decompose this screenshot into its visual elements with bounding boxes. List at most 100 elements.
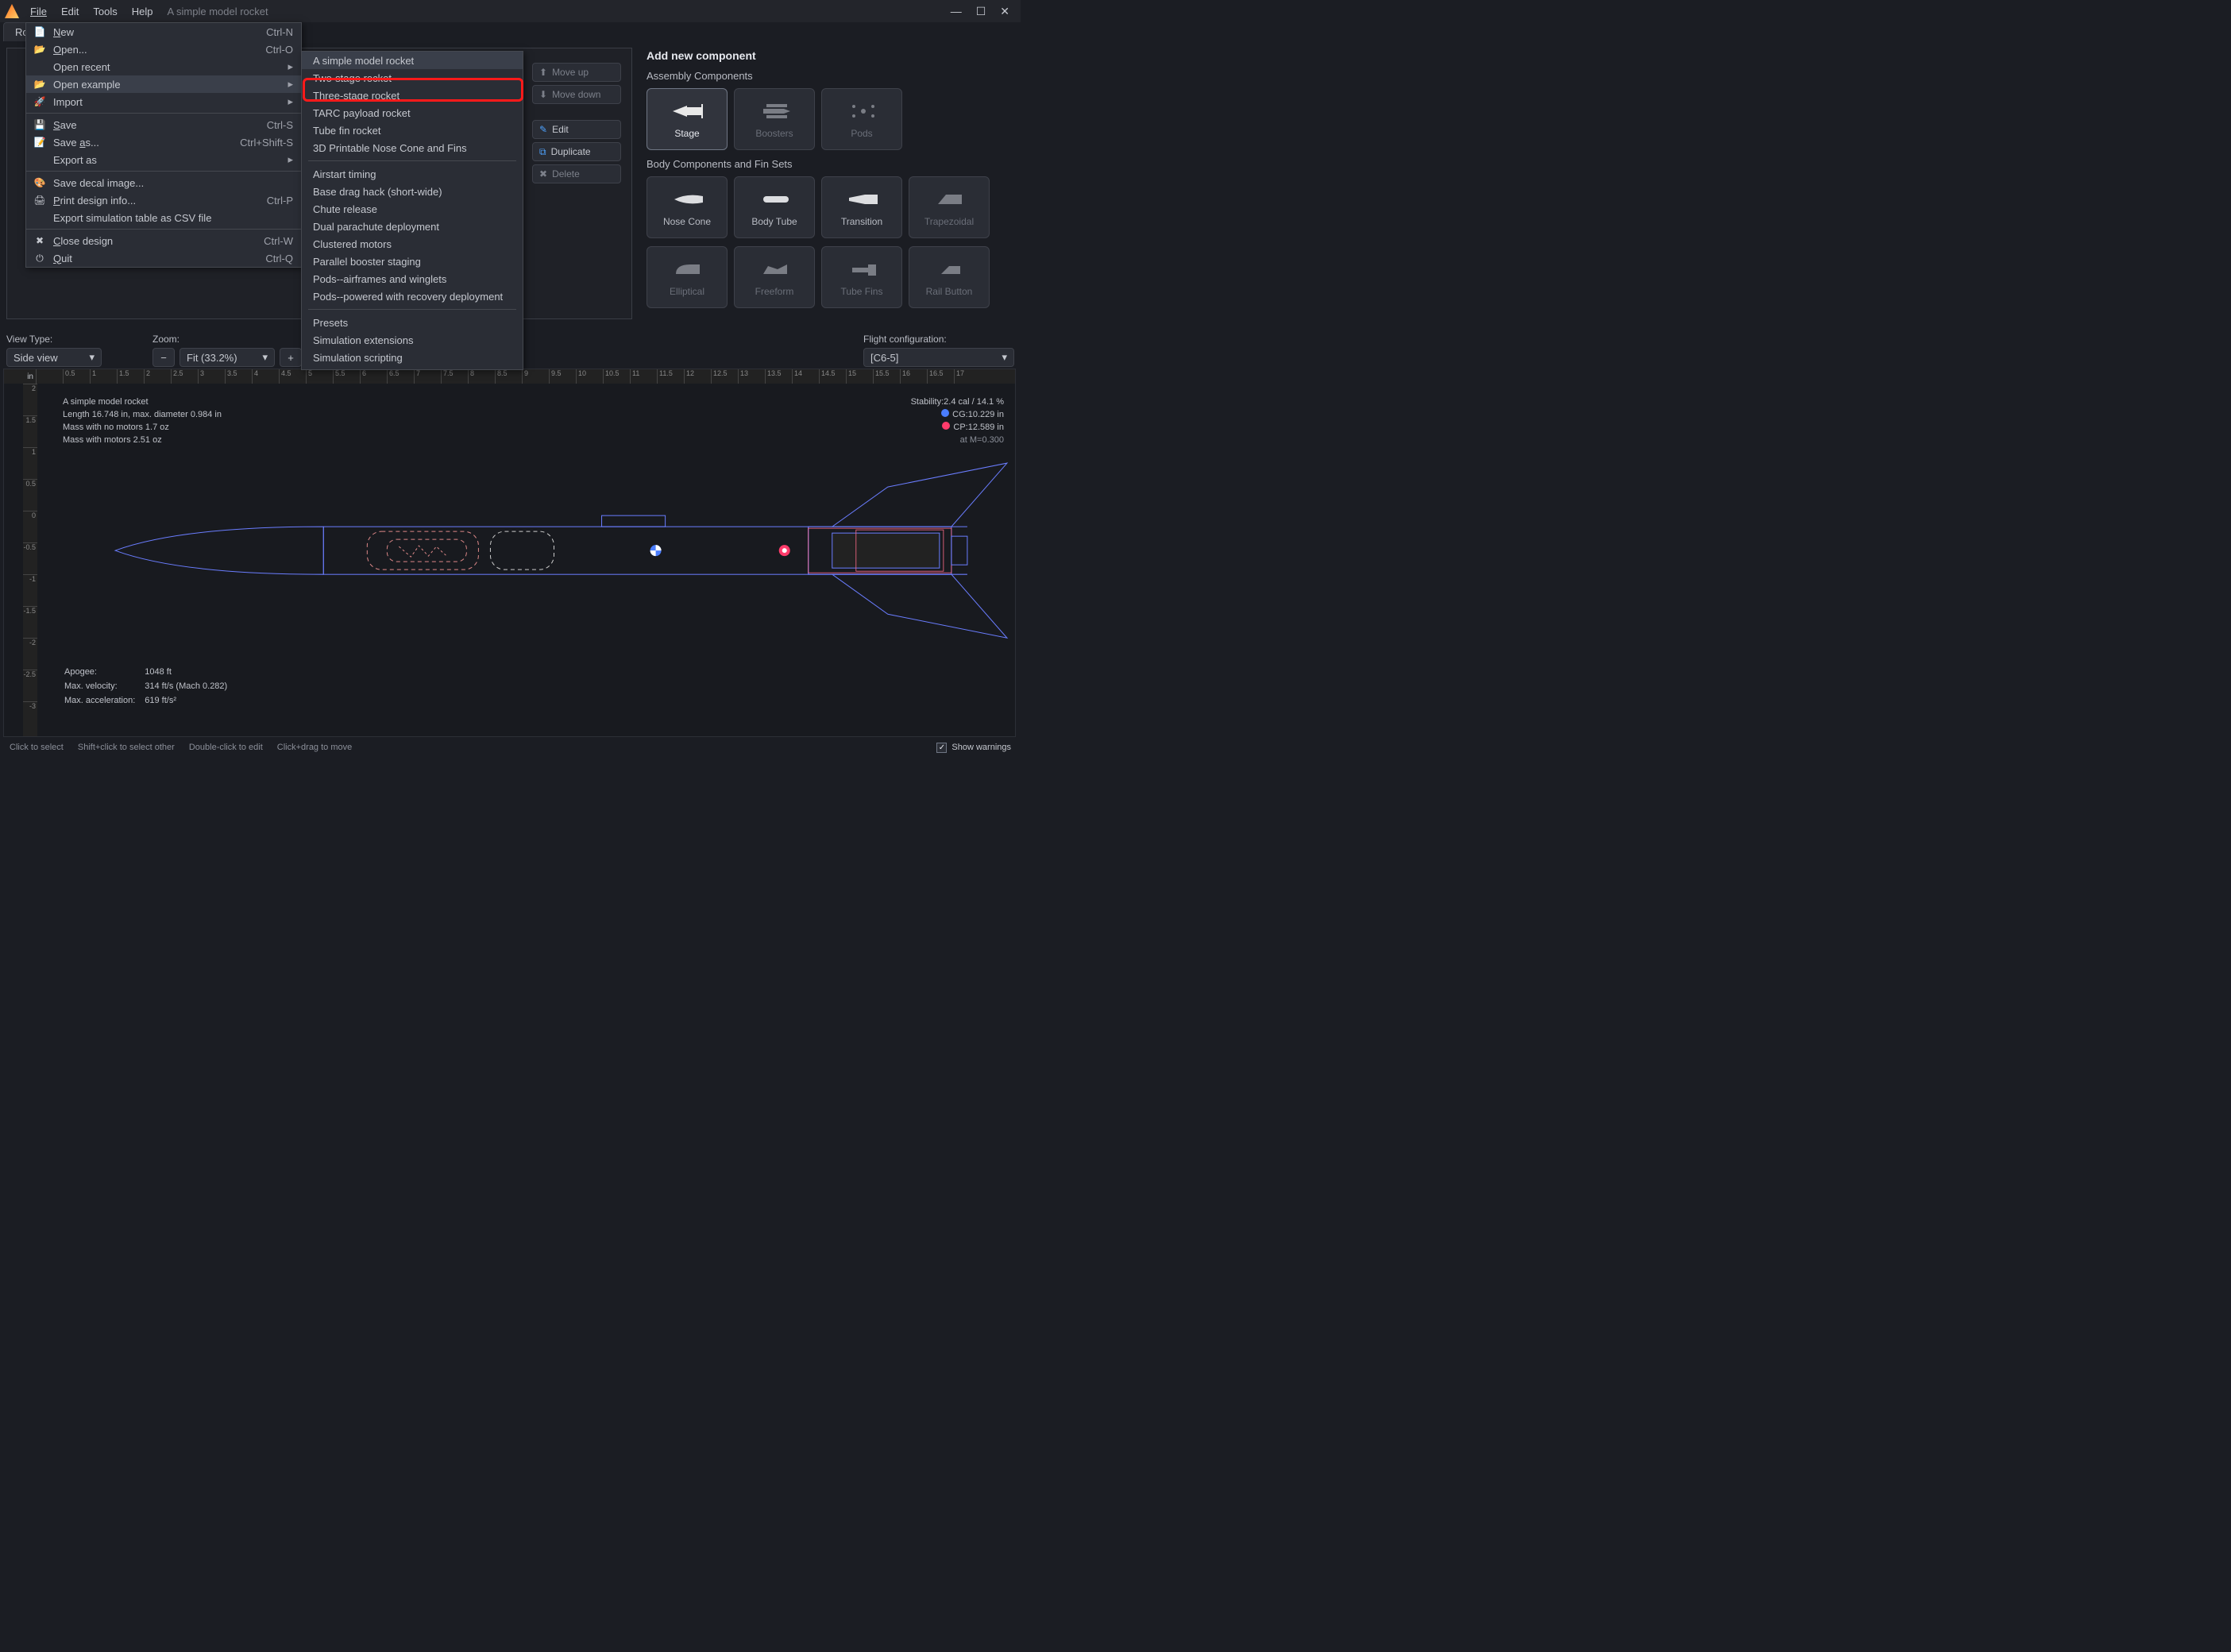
window-title: A simple model rocket [167, 6, 268, 17]
stage-button[interactable]: Stage [647, 88, 728, 150]
menu-help[interactable]: Help [125, 2, 160, 21]
move-up-button[interactable]: ⬆Move up [532, 63, 621, 82]
hint-double-click: Double-click to edit [189, 743, 263, 752]
titlebar: File Edit Tools Help A simple model rock… [0, 0, 1021, 22]
move-down-button[interactable]: ⬇Move down [532, 85, 621, 104]
menu-edit[interactable]: Edit [55, 2, 85, 21]
menu-item-label: Export as [53, 154, 280, 166]
file-menu-item[interactable]: Open recent▸ [26, 58, 301, 75]
file-menu-item[interactable]: ⏻QuitCtrl-Q [26, 249, 301, 267]
transition-icon [846, 187, 878, 211]
show-warnings-checkbox[interactable]: ✓ [936, 743, 947, 753]
hint-shift-click: Shift+click to select other [78, 743, 175, 752]
example-item[interactable]: Tube fin rocket [302, 122, 523, 139]
flight-config-select[interactable]: [C6-5]▾ [863, 348, 1014, 367]
menu-item-label: Save [53, 119, 251, 131]
menu-item-icon [33, 211, 47, 224]
minimize-button[interactable]: — [951, 5, 962, 18]
zoom-in-button[interactable]: + [280, 348, 302, 367]
example-item[interactable]: Simulation extensions [302, 331, 523, 349]
pods-icon [846, 99, 878, 123]
file-menu-item[interactable]: Export as▸ [26, 151, 301, 168]
menu-item-label: Open example [53, 79, 280, 91]
example-item[interactable]: Three-stage rocket [302, 87, 523, 104]
edit-button[interactable]: ✎Edit [532, 120, 621, 139]
window-controls: — ☐ ✕ [951, 5, 1017, 18]
zoom-select[interactable]: Fit (33.2%)▾ [179, 348, 275, 367]
menu-item-label: Print design info... [53, 195, 251, 206]
show-warnings-label: Show warnings [951, 743, 1011, 752]
menu-item-icon: 🎨 [33, 176, 47, 189]
freeform-button[interactable]: Freeform [734, 246, 815, 308]
chevron-down-icon: ▾ [262, 351, 268, 364]
file-menu-item[interactable]: Export simulation table as CSV file [26, 209, 301, 226]
menu-item-icon: 🖨 [33, 194, 47, 206]
minus-icon: − [160, 352, 167, 364]
menu-item-label: Close design [53, 235, 248, 247]
menu-item-icon [33, 60, 47, 73]
example-item[interactable]: Airstart timing [302, 165, 523, 183]
maximize-button[interactable]: ☐ [976, 5, 986, 18]
file-menu-item[interactable]: 🖨Print design info...Ctrl-P [26, 191, 301, 209]
pods-button[interactable]: Pods [821, 88, 902, 150]
example-item[interactable]: Pods--airframes and winglets [302, 270, 523, 288]
tube-fins-button[interactable]: Tube Fins [821, 246, 902, 308]
chevron-down-icon: ▾ [89, 351, 95, 364]
duplicate-button[interactable]: ⧉Duplicate [532, 142, 621, 161]
body-tube-button[interactable]: Body Tube [734, 176, 815, 238]
example-item[interactable]: Presets [302, 314, 523, 331]
file-menu-item[interactable]: 📄NewCtrl-N [26, 23, 301, 41]
file-menu-item[interactable]: 🎨Save decal image... [26, 174, 301, 191]
example-item[interactable]: Pods--powered with recovery deployment [302, 288, 523, 305]
menu-item-icon: 🚀 [33, 95, 47, 108]
open-example-submenu: A simple model rocketTwo-stage rocketThr… [301, 51, 523, 370]
file-menu-item[interactable]: 📂Open...Ctrl-O [26, 41, 301, 58]
menu-item-icon: ✖ [33, 234, 47, 247]
example-item[interactable]: Simulation scripting [302, 349, 523, 366]
hint-drag: Click+drag to move [277, 743, 352, 752]
rail-button-button[interactable]: Rail Button [909, 246, 990, 308]
file-menu-item[interactable]: ✖Close designCtrl-W [26, 232, 301, 249]
transition-button[interactable]: Transition [821, 176, 902, 238]
nose-cone-button[interactable]: Nose Cone [647, 176, 728, 238]
file-menu-item[interactable]: 📝Save as...Ctrl+Shift-S [26, 133, 301, 151]
example-item[interactable]: TARC payload rocket [302, 104, 523, 122]
trapezoidal-button[interactable]: Trapezoidal [909, 176, 990, 238]
file-menu-item[interactable]: 🚀Import▸ [26, 93, 301, 110]
menu-file[interactable]: File [24, 2, 53, 21]
close-button[interactable]: ✕ [1000, 5, 1009, 18]
tube-fins-icon [846, 257, 878, 281]
file-menu-item[interactable]: 💾SaveCtrl-S [26, 116, 301, 133]
example-item[interactable]: Base drag hack (short-wide) [302, 183, 523, 200]
zoom-label: Zoom: [152, 334, 302, 345]
delete-button[interactable]: ✖Delete [532, 164, 621, 183]
status-bar: Click to select Shift+click to select ot… [0, 739, 1021, 756]
palette-title: Add new component [647, 49, 1013, 62]
menubar: File Edit Tools Help [24, 2, 159, 21]
example-item[interactable]: Parallel booster staging [302, 253, 523, 270]
view-type-label: View Type: [6, 334, 102, 345]
example-item[interactable]: Two-stage rocket [302, 69, 523, 87]
plus-icon: + [288, 352, 294, 364]
freeform-icon [758, 257, 790, 281]
boosters-button[interactable]: Boosters [734, 88, 815, 150]
file-menu-item[interactable]: 📂Open example▸ [26, 75, 301, 93]
menu-item-label: Open recent [53, 61, 280, 73]
rocket-canvas[interactable]: 0° in 0.511.522.533.544.555.566.577.588.… [3, 369, 1016, 737]
down-arrow-icon: ⬇ [539, 89, 547, 100]
delete-icon: ✖ [539, 168, 547, 179]
example-item[interactable]: Clustered motors [302, 235, 523, 253]
tree-action-buttons: ⬆Move up ⬇Move down ✎Edit ⧉Duplicate ✖De… [532, 63, 621, 195]
menu-item-icon: 📂 [33, 43, 47, 56]
copy-icon: ⧉ [539, 146, 546, 158]
example-item[interactable]: Dual parachute deployment [302, 218, 523, 235]
example-item[interactable]: 3D Printable Nose Cone and Fins [302, 139, 523, 156]
example-item[interactable]: A simple model rocket [302, 52, 523, 69]
elliptical-button[interactable]: Elliptical [647, 246, 728, 308]
example-item[interactable]: Chute release [302, 200, 523, 218]
view-type-select[interactable]: Side view▾ [6, 348, 102, 367]
pencil-icon: ✎ [539, 124, 547, 135]
menu-item-icon: 💾 [33, 118, 47, 131]
menu-tools[interactable]: Tools [87, 2, 123, 21]
zoom-out-button[interactable]: − [152, 348, 175, 367]
